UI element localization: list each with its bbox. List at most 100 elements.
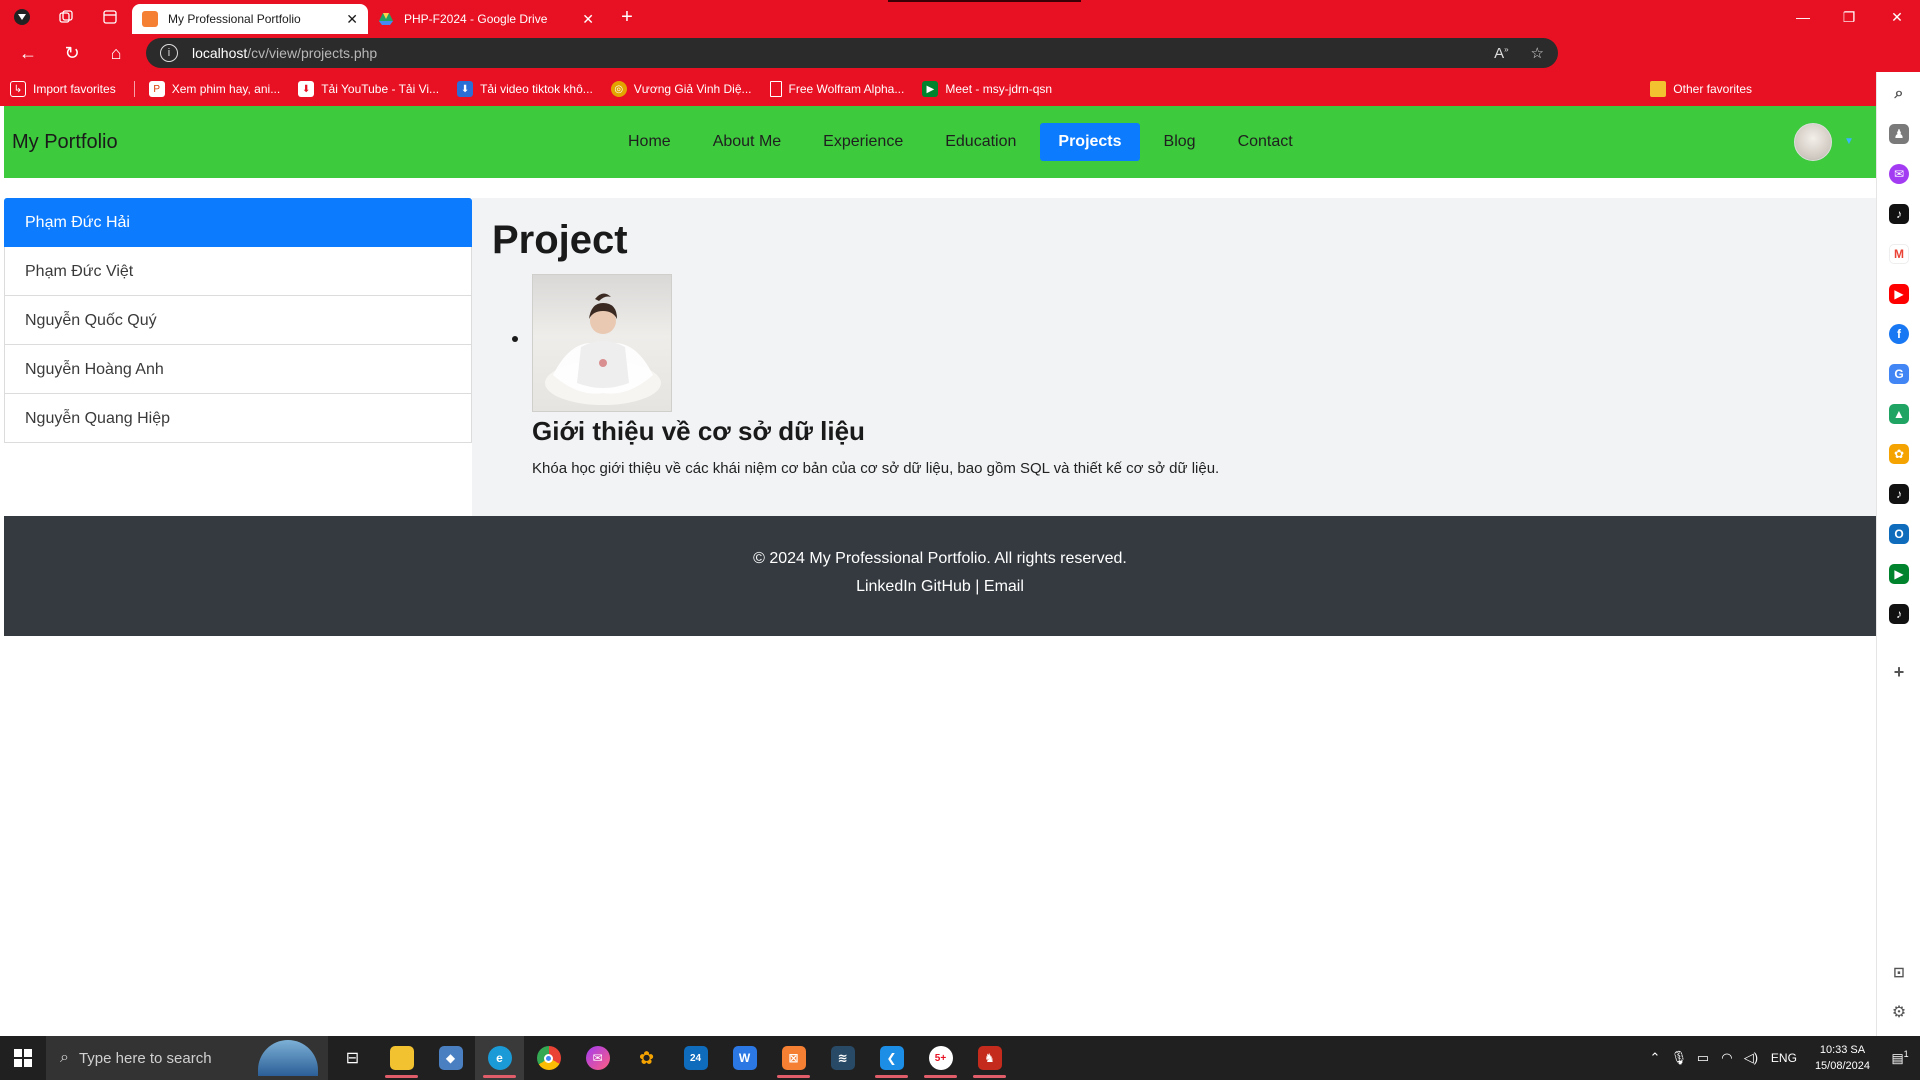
new-tab-button[interactable]: +	[610, 2, 644, 32]
list-item[interactable]: Nguyễn Quốc Quý	[4, 296, 472, 345]
minimize-button[interactable]: —	[1780, 0, 1826, 34]
chrome-icon[interactable]	[524, 1036, 573, 1080]
address-bar[interactable]: i localhost/cv/view/projects.php A» ☆	[146, 38, 1558, 68]
close-tab-icon[interactable]: ✕	[582, 11, 594, 28]
vertical-tabs-icon[interactable]	[88, 0, 132, 34]
home-icon[interactable]: ⌂	[94, 34, 138, 72]
clock[interactable]: 10:33 SA 15/08/2024	[1815, 1042, 1870, 1074]
workspaces-icon[interactable]	[44, 0, 88, 34]
favorite-xem-phim[interactable]: P Xem phim hay, ani...	[148, 81, 280, 97]
task-view-icon[interactable]: ⊟	[328, 1036, 377, 1080]
other-favorites-label: Other favorites	[1673, 82, 1752, 96]
site-brand[interactable]: My Portfolio	[12, 106, 118, 178]
messenger-icon[interactable]: ✉	[573, 1036, 622, 1080]
favorite-label: Import favorites	[33, 82, 116, 96]
search-icon[interactable]: ⌕	[1889, 84, 1909, 104]
github-link[interactable]: GitHub	[921, 578, 971, 595]
linkedin-link[interactable]: LinkedIn	[856, 578, 917, 595]
favorite-wolfram[interactable]: Free Wolfram Alpha...	[769, 81, 904, 97]
windows-start-icon[interactable]	[0, 1036, 46, 1080]
search-highlight-icon	[258, 1040, 318, 1076]
favorite-tai-youtube[interactable]: ⬇ Tải YouTube - Tải Vi...	[298, 81, 439, 97]
favorite-tai-tiktok[interactable]: ⬇ Tải video tiktok khô...	[457, 81, 593, 97]
taskbar-search-input[interactable]: ⌕ Type here to search	[46, 1036, 328, 1080]
language-indicator[interactable]: ENG	[1771, 1051, 1797, 1065]
outlook-icon[interactable]: O	[1889, 524, 1909, 544]
favorites-bar: ↳ Import favorites P Xem phim hay, ani..…	[0, 72, 1920, 106]
nav-education[interactable]: Education	[927, 123, 1034, 161]
vscode-icon[interactable]: ❮	[867, 1036, 916, 1080]
nav-about-me[interactable]: About Me	[695, 123, 799, 161]
site-info-icon[interactable]: i	[160, 44, 178, 62]
chevron-up-icon[interactable]: ⌃	[1643, 1050, 1667, 1066]
mail-icon[interactable]: 24	[671, 1036, 720, 1080]
favorite-import[interactable]: ↳ Import favorites	[10, 81, 116, 97]
read-aloud-icon[interactable]: A»	[1494, 45, 1508, 62]
tab-portfolio[interactable]: My Professional Portfolio ✕	[132, 4, 368, 34]
wifi-icon[interactable]: ◠	[1715, 1050, 1739, 1066]
wps-icon[interactable]: W	[720, 1036, 769, 1080]
volume-icon[interactable]: ◁)	[1739, 1050, 1763, 1066]
meet-icon: ▶	[922, 81, 939, 97]
film-icon: P	[148, 81, 165, 97]
youtube-icon[interactable]: ▶	[1889, 284, 1909, 304]
tiktok-icon[interactable]: ♪	[1889, 204, 1909, 224]
app-blue-icon[interactable]: ◆	[426, 1036, 475, 1080]
file-explorer-icon[interactable]	[377, 1036, 426, 1080]
tab-title: PHP-F2024 - Google Drive	[404, 12, 548, 26]
tiktok-icon[interactable]: ♪	[1889, 484, 1909, 504]
favorite-star-icon[interactable]: ☆	[1531, 44, 1544, 62]
photos-icon[interactable]: ✿	[622, 1036, 671, 1080]
nav-experience[interactable]: Experience	[805, 123, 921, 161]
favorite-vuong-gia[interactable]: ◎ Vương Giả Vinh Diệ...	[610, 81, 752, 97]
restore-button[interactable]: ❐	[1826, 0, 1872, 34]
chess-icon[interactable]: ♟	[1889, 124, 1909, 144]
microphone-icon[interactable]: 🎙	[1667, 1050, 1691, 1066]
site-navbar: My Portfolio Home About Me Experience Ed…	[4, 106, 1876, 178]
mysql-workbench-icon[interactable]: ≋	[818, 1036, 867, 1080]
list-item[interactable]: Phạm Đức Hải	[4, 198, 472, 247]
email-link[interactable]: Email	[984, 578, 1024, 595]
nav-blog[interactable]: Blog	[1146, 123, 1214, 161]
tab-google-drive[interactable]: PHP-F2024 - Google Drive ✕	[368, 4, 604, 34]
footer-separator: |	[975, 578, 980, 595]
list-item[interactable]: Nguyễn Quang Hiệp	[4, 394, 472, 443]
download-icon: ⬇	[298, 81, 315, 97]
list-bullet	[512, 336, 518, 342]
url-host: localhost	[192, 45, 248, 61]
app-red-icon[interactable]: ♞	[965, 1036, 1014, 1080]
other-favorites[interactable]: Other favorites	[1650, 72, 1752, 106]
nav-projects[interactable]: Projects	[1040, 123, 1140, 161]
meet-icon[interactable]: ▶	[1889, 564, 1909, 584]
google-drive-icon[interactable]: ▲	[1889, 404, 1909, 424]
nav-home[interactable]: Home	[610, 123, 689, 161]
list-item[interactable]: Nguyễn Hoàng Anh	[4, 345, 472, 394]
chat-app-icon[interactable]: 5+	[916, 1036, 965, 1080]
notification-icon[interactable]: ▤1	[1880, 1049, 1920, 1066]
list-item[interactable]: Phạm Đức Việt	[4, 247, 472, 296]
facebook-icon[interactable]: f	[1889, 324, 1909, 344]
notification-count: 1	[1903, 1049, 1909, 1060]
add-sidebar-app-icon[interactable]: +	[1889, 662, 1909, 682]
photos-icon[interactable]: ✿	[1889, 444, 1909, 464]
profile-icon[interactable]	[0, 0, 44, 34]
avatar[interactable]	[1794, 123, 1832, 161]
battery-icon[interactable]: ▭	[1691, 1050, 1715, 1066]
address-toolbar: ← ↻ ⌂ i localhost/cv/view/projects.php A…	[0, 34, 1920, 97]
favorite-meet[interactable]: ▶ Meet - msy-jdrn-qsn	[922, 81, 1052, 97]
close-tab-icon[interactable]: ✕	[346, 11, 358, 28]
refresh-icon[interactable]: ↻	[50, 34, 94, 72]
page-icon	[769, 81, 782, 97]
translate-icon[interactable]: G	[1889, 364, 1909, 384]
chevron-down-icon[interactable]: ▼	[1844, 136, 1854, 147]
back-icon[interactable]: ←	[6, 34, 50, 72]
gmail-icon[interactable]: M	[1889, 244, 1909, 264]
messenger-icon[interactable]: ✉	[1889, 164, 1909, 184]
close-window-button[interactable]: ✕	[1874, 0, 1920, 34]
settings-icon[interactable]: ⚙	[1889, 1002, 1909, 1022]
xampp-icon[interactable]: ⊠	[769, 1036, 818, 1080]
edge-icon[interactable]: e	[475, 1036, 524, 1080]
tiktok-icon[interactable]: ♪	[1889, 604, 1909, 624]
nav-contact[interactable]: Contact	[1220, 123, 1311, 161]
screenshot-icon[interactable]: ⊡	[1889, 962, 1909, 982]
